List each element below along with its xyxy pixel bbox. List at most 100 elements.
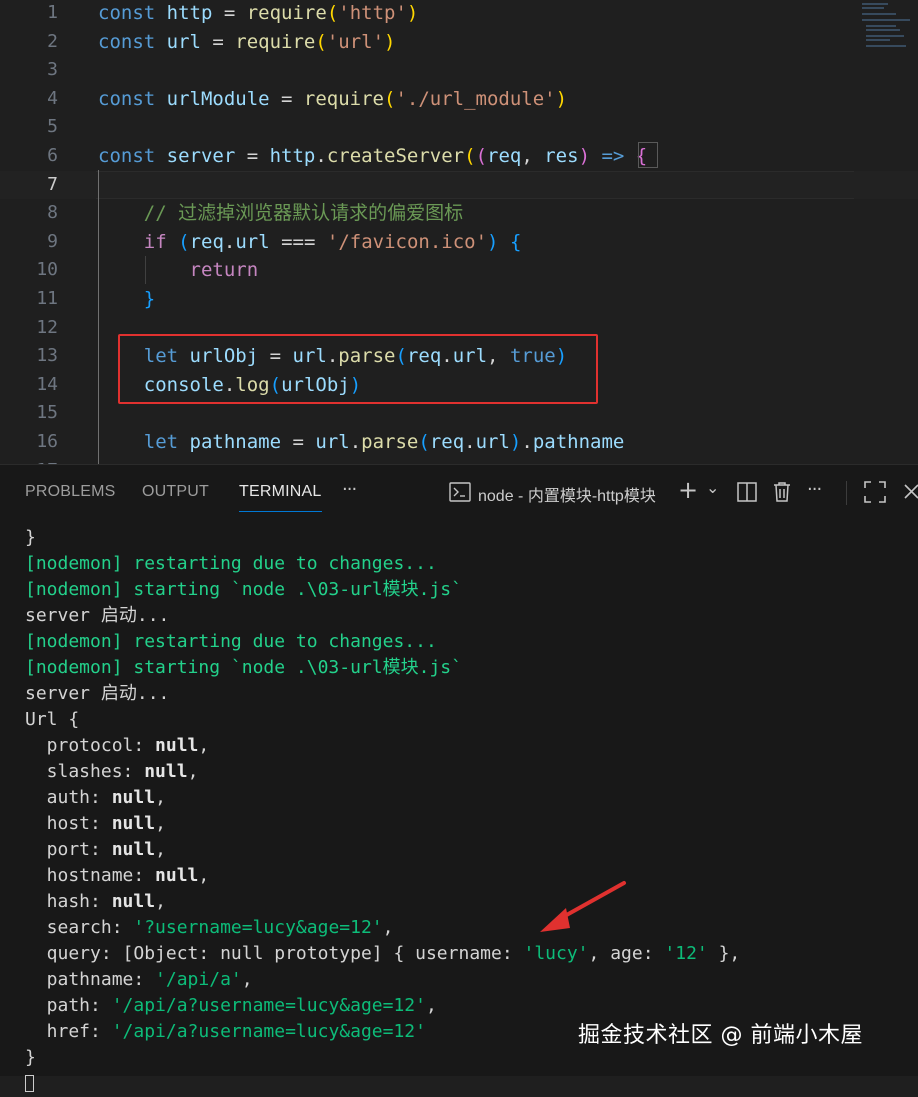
code-line[interactable]: 16 let pathname = url.parse(req.url).pat… — [0, 428, 918, 456]
trash-icon[interactable] — [773, 481, 791, 506]
code-line[interactable]: 11 } — [0, 285, 918, 313]
code-token: . — [464, 431, 476, 453]
terminal-line: port: null, — [25, 837, 905, 863]
terminal-token: '12' — [664, 943, 708, 964]
toolbar-divider — [846, 481, 847, 505]
code-line[interactable]: 4 const urlModule = require('./url_module… — [0, 85, 918, 113]
code-token: { — [509, 230, 522, 253]
code-line[interactable]: 5 — [0, 113, 918, 141]
code-line[interactable]: 1 const http = require('http') — [0, 0, 918, 27]
terminal-token: null — [111, 891, 156, 912]
code-token: url — [475, 431, 510, 453]
code-token: 'url' — [326, 30, 385, 53]
terminal-token: } — [25, 1047, 36, 1068]
terminal-token: null — [111, 839, 156, 860]
code-token: 'http' — [338, 2, 407, 24]
bottom-panel: PROBLEMS OUTPUT TERMINAL ··· node - 内置模块… — [0, 464, 918, 1092]
terminal-token: [nodemon] starting `node .\03-url模块.js` — [25, 657, 462, 678]
code-token: ( — [315, 30, 327, 53]
code-token: ( — [464, 145, 476, 167]
code-line[interactable]: 8 // 过滤掉浏览器默认请求的偏爱图标 — [0, 199, 918, 227]
code-text: return — [98, 256, 259, 284]
more-actions-icon[interactable]: ··· — [807, 479, 822, 500]
code-token: pathname — [189, 431, 282, 453]
terminal-token: , — [198, 865, 210, 886]
terminal-token: Url { — [25, 709, 80, 730]
code-line[interactable]: 2 const url = require('url') — [0, 28, 918, 56]
code-token: ( — [384, 87, 396, 110]
terminal-token: , — [382, 917, 394, 938]
code-token: , — [521, 145, 545, 167]
add-terminal-icon[interactable]: + — [678, 476, 698, 504]
code-text: const http = require('http') — [98, 0, 418, 27]
code-line[interactable]: 9 if (req.url === '/favicon.ico') { — [0, 228, 918, 256]
code-token: if — [143, 230, 167, 253]
code-token: url — [315, 431, 350, 453]
terminal-token: null — [155, 865, 199, 886]
tab-problems[interactable]: PROBLEMS — [25, 483, 116, 501]
terminal-token: server 启动... — [25, 683, 170, 704]
terminal-instance-title[interactable]: node - 内置模块-http模块 — [478, 482, 656, 506]
chevron-down-icon[interactable]: ⌄ — [706, 478, 719, 497]
line-number: 1 — [47, 2, 58, 23]
code-token: } — [143, 288, 156, 310]
code-text: if (req.url === '/favicon.ico') { — [98, 228, 522, 256]
code-line[interactable]: 7 — [0, 170, 918, 199]
terminal-token: path: — [25, 995, 112, 1016]
line-number: 8 — [47, 202, 58, 224]
terminal-token: null — [155, 735, 199, 756]
code-token: url — [235, 230, 270, 253]
watermark: 掘金技术社区 @ 前端小木屋 — [578, 1023, 863, 1048]
maximize-panel-icon[interactable] — [864, 481, 886, 507]
terminal-line: } — [25, 525, 905, 551]
code-token: ) — [578, 145, 591, 167]
code-token: let — [143, 431, 190, 453]
code-token: req — [189, 230, 224, 253]
split-terminal-icon[interactable] — [737, 482, 757, 506]
terminal-token: }, — [707, 943, 741, 964]
code-token: === — [269, 230, 327, 253]
code-token: '/favicon.ico' — [326, 230, 488, 253]
terminal-token: search: — [25, 917, 134, 938]
terminal-token: , — [198, 735, 210, 756]
code-line[interactable]: 6 const server = http.createServer((req, … — [0, 142, 918, 170]
code-line[interactable]: 3 — [0, 56, 918, 84]
terminal-output[interactable]: } [nodemon] restarting due to changes... [… — [25, 525, 905, 1097]
terminal-line: [nodemon] starting `node .\03-url模块.js` — [25, 655, 905, 681]
terminal-line: search: '?username=lucy&age=12', — [25, 915, 905, 941]
code-token: = — [200, 30, 236, 53]
code-editor[interactable]: 1 const http = require('http') 2 const url … — [0, 0, 918, 464]
code-token: return — [189, 259, 259, 282]
code-token: => — [590, 145, 636, 167]
line-number: 4 — [47, 87, 58, 109]
code-token: ) — [406, 2, 419, 24]
terminal-token: server 启动... — [25, 605, 170, 626]
code-token: . — [315, 145, 327, 167]
terminal-token: pathname: — [25, 969, 156, 990]
tab-terminal[interactable]: TERMINAL — [239, 483, 322, 512]
more-tabs-icon[interactable]: ··· — [342, 479, 357, 500]
code-line[interactable]: 17 — [0, 457, 918, 464]
terminal-line: hostname: null, — [25, 863, 905, 889]
terminal-token: , age: — [588, 943, 665, 964]
red-arrow-annotation — [540, 881, 626, 932]
indent-guide — [145, 256, 146, 284]
terminal-token: null — [111, 787, 156, 808]
terminal-line: host: null, — [25, 811, 905, 837]
terminal-token: '/api/a?username=lucy&age=12' — [111, 1021, 426, 1042]
terminal-line: hash: null, — [25, 889, 905, 915]
terminal-token: [nodemon] restarting due to changes... — [25, 553, 437, 574]
code-line[interactable]: 10 return — [0, 256, 918, 284]
code-token: const — [98, 145, 167, 167]
minimap[interactable] — [858, 0, 918, 60]
terminal-line: path: '/api/a?username=lucy&age=12', — [25, 993, 905, 1019]
code-token: ) — [384, 30, 396, 53]
terminal-line: [nodemon] restarting due to changes... — [25, 629, 905, 655]
terminal-token: , — [241, 969, 253, 990]
close-panel-icon[interactable] — [904, 481, 918, 505]
code-token: pathname — [532, 431, 625, 453]
tab-output[interactable]: OUTPUT — [142, 483, 209, 501]
